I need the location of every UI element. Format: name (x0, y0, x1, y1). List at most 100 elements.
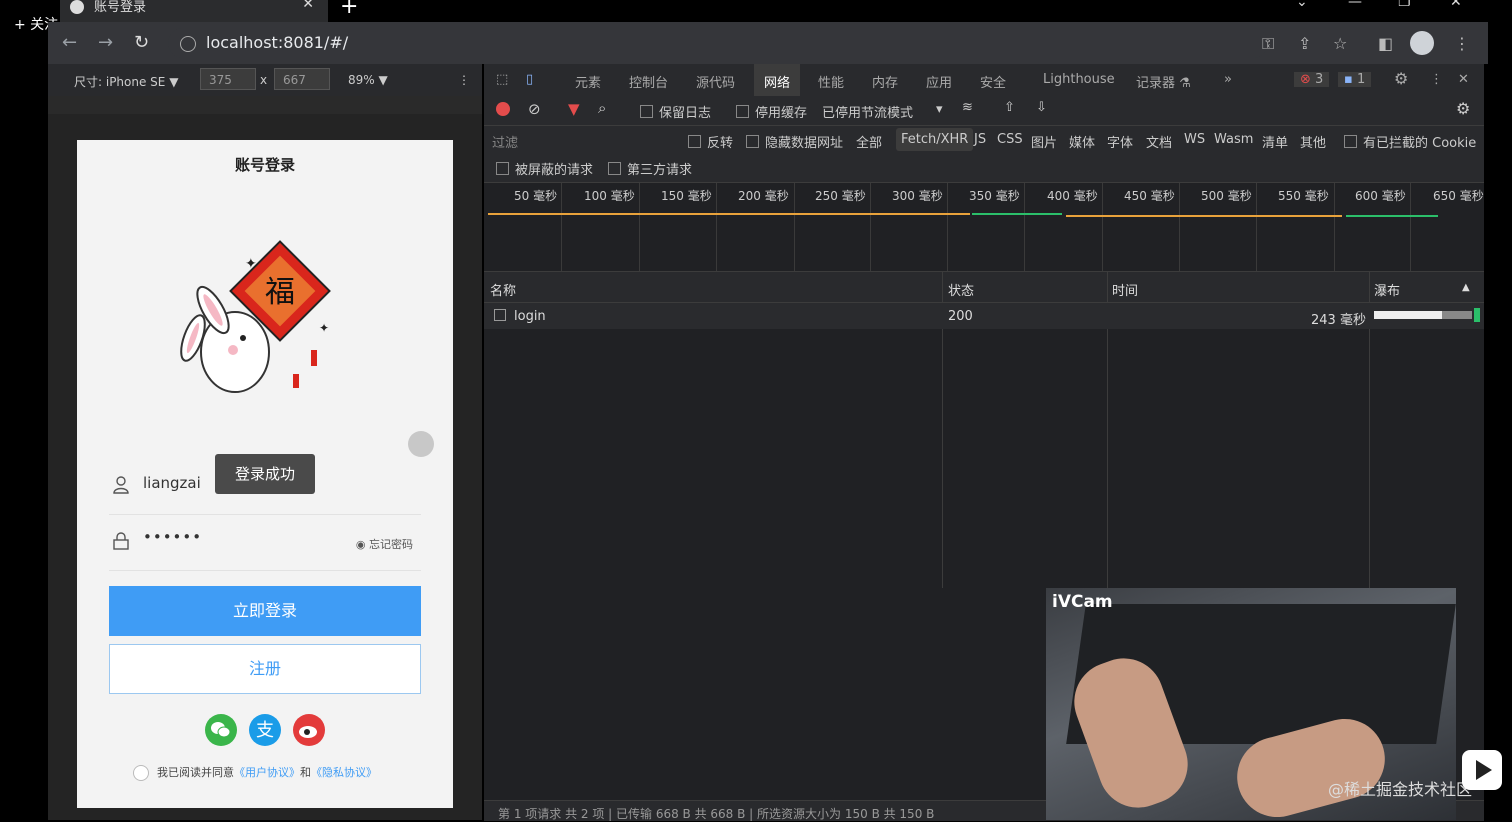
tab-security[interactable]: 安全 (980, 72, 1006, 91)
request-name[interactable]: login (514, 309, 546, 324)
invert-checkbox[interactable] (688, 135, 701, 148)
type-manifest[interactable]: 清单 (1262, 132, 1288, 151)
wechat-icon[interactable] (205, 714, 237, 746)
zoom-select[interactable]: 89% ▼ (348, 73, 388, 87)
close-devtools-icon[interactable]: ✕ (1458, 72, 1469, 87)
filter-icon[interactable]: ▼ (568, 100, 580, 118)
more-tabs-icon[interactable]: » (1224, 72, 1232, 87)
share-icon[interactable]: ⇪ (1298, 34, 1311, 53)
tab-console[interactable]: 控制台 (629, 72, 668, 91)
weibo-icon[interactable] (293, 714, 325, 746)
forward-icon[interactable]: → (98, 32, 113, 53)
privacy-agreement-link[interactable]: 《隐私协议》 (311, 766, 377, 779)
sort-ascending-icon[interactable]: ▲ (1462, 282, 1470, 293)
type-media[interactable]: 媒体 (1069, 132, 1095, 151)
filter-input[interactable]: 过滤 (492, 132, 672, 151)
forgot-password-link[interactable]: ◉ 忘记密码 (356, 536, 413, 552)
device-more-icon[interactable]: ⋮ (458, 73, 470, 87)
tab-search-icon[interactable]: ⌄ (1296, 0, 1308, 10)
key-icon[interactable]: ⚿ (1262, 34, 1274, 54)
tab-application[interactable]: 应用 (926, 72, 952, 91)
login-button[interactable]: 立即登录 (109, 586, 421, 636)
type-ws[interactable]: WS (1184, 132, 1205, 147)
record-icon[interactable] (496, 102, 510, 116)
table-row[interactable]: login 200 243 毫秒 (484, 303, 1484, 329)
throttle-dropdown-icon[interactable]: ▾ (936, 102, 943, 117)
tab-performance[interactable]: 性能 (818, 72, 844, 91)
reload-icon[interactable]: ↻ (134, 32, 149, 53)
tab-network[interactable]: 网络 (764, 72, 790, 91)
settings-gear-icon[interactable]: ⚙ (1394, 69, 1408, 88)
blocked-requests-checkbox[interactable] (496, 162, 509, 175)
profile-avatar[interactable] (1410, 31, 1434, 55)
import-har-icon[interactable]: ⇧ (1004, 100, 1015, 115)
throttle-select[interactable]: 已停用节流模式 (822, 102, 913, 121)
close-tab-icon[interactable]: ✕ (302, 0, 314, 12)
search-icon[interactable]: ⌕ (598, 99, 606, 117)
type-wasm[interactable]: Wasm (1214, 132, 1253, 147)
tab-elements[interactable]: 元素 (575, 72, 601, 91)
invert-toggle[interactable]: 反转 (688, 132, 733, 151)
inspect-element-icon[interactable]: ⬚ (496, 72, 508, 87)
type-all[interactable]: 全部 (856, 132, 882, 151)
close-window-icon[interactable]: ✕ (1450, 0, 1462, 10)
blocked-requests-toggle[interactable]: 被屏蔽的请求 (496, 159, 593, 178)
export-har-icon[interactable]: ⇩ (1036, 100, 1047, 115)
play-icon[interactable] (1462, 750, 1502, 790)
tab-lighthouse[interactable]: Lighthouse (1043, 72, 1115, 87)
username-field[interactable]: liangzai (109, 458, 421, 515)
clear-icon[interactable]: ⊘ (528, 100, 541, 118)
register-button[interactable]: 注册 (109, 644, 421, 694)
network-overview-timeline[interactable]: 50 毫秒 100 毫秒 150 毫秒 200 毫秒 250 毫秒 300 毫秒… (484, 183, 1484, 272)
third-party-toggle[interactable]: 第三方请求 (608, 159, 692, 178)
minimize-icon[interactable]: — (1348, 0, 1362, 10)
disable-cache-checkbox[interactable] (736, 105, 749, 118)
device-toggle-icon[interactable]: ▯ (526, 72, 533, 87)
bookmark-star-icon[interactable]: ☆ (1333, 34, 1347, 53)
site-info-icon[interactable] (180, 36, 196, 52)
hide-data-urls-checkbox[interactable] (746, 135, 759, 148)
back-icon[interactable]: ← (62, 32, 77, 53)
preserve-log-toggle[interactable]: 保留日志 (640, 102, 711, 121)
type-font[interactable]: 字体 (1107, 132, 1133, 151)
type-fetch-xhr[interactable]: Fetch/XHR (896, 128, 974, 151)
user-agreement-link[interactable]: 《用户协议》 (234, 766, 300, 779)
device-select[interactable]: 尺寸: iPhone SE ▼ (74, 73, 178, 90)
disable-cache-toggle[interactable]: 停用缓存 (736, 102, 807, 121)
devtools-menu-icon[interactable]: ⋮ (1430, 72, 1443, 87)
url-text[interactable]: localhost:8081/#/ (206, 33, 348, 52)
error-count-badge[interactable]: ⊗ 3 (1294, 72, 1330, 87)
row-checkbox[interactable] (494, 309, 506, 321)
alipay-icon[interactable]: 支 (249, 714, 281, 746)
type-doc[interactable]: 文档 (1146, 132, 1172, 151)
tab-memory[interactable]: 内存 (872, 72, 898, 91)
width-input[interactable]: 375 (200, 68, 256, 90)
message-count-badge[interactable]: ▪ 1 (1338, 72, 1372, 87)
tab-recorder[interactable]: 记录器 ⚗ (1136, 72, 1191, 91)
type-js[interactable]: JS (974, 132, 986, 147)
height-input[interactable]: 667 (274, 68, 330, 90)
column-waterfall[interactable]: 瀑布 (1374, 280, 1400, 299)
blocked-cookies-toggle[interactable]: 有已拦截的 Cookie (1344, 132, 1476, 151)
new-tab-icon[interactable]: + (340, 0, 358, 19)
side-panel-icon[interactable]: ◧ (1378, 34, 1393, 53)
maximize-icon[interactable]: ❐ (1398, 0, 1411, 10)
blocked-cookies-checkbox[interactable] (1344, 135, 1357, 148)
type-css[interactable]: CSS (997, 132, 1023, 147)
preserve-log-checkbox[interactable] (640, 105, 653, 118)
network-settings-icon[interactable]: ⚙ (1456, 99, 1470, 118)
column-status[interactable]: 状态 (948, 280, 974, 299)
password-field[interactable]: •••••• ◉ 忘记密码 (109, 514, 421, 571)
third-party-checkbox[interactable] (608, 162, 621, 175)
floating-assistive-button[interactable] (408, 431, 434, 457)
column-name[interactable]: 名称 (490, 280, 516, 299)
tab-sources[interactable]: 源代码 (696, 72, 735, 91)
type-image[interactable]: 图片 (1031, 132, 1057, 151)
network-conditions-icon[interactable]: ≋ (962, 100, 973, 115)
browser-menu-icon[interactable]: ⋮ (1454, 34, 1470, 53)
agree-checkbox[interactable] (133, 765, 149, 781)
browser-tab[interactable]: 账号登录 ✕ (60, 0, 328, 22)
column-time[interactable]: 时间 (1112, 280, 1138, 299)
hide-data-urls-toggle[interactable]: 隐藏数据网址 (746, 132, 843, 151)
type-other[interactable]: 其他 (1300, 132, 1326, 151)
